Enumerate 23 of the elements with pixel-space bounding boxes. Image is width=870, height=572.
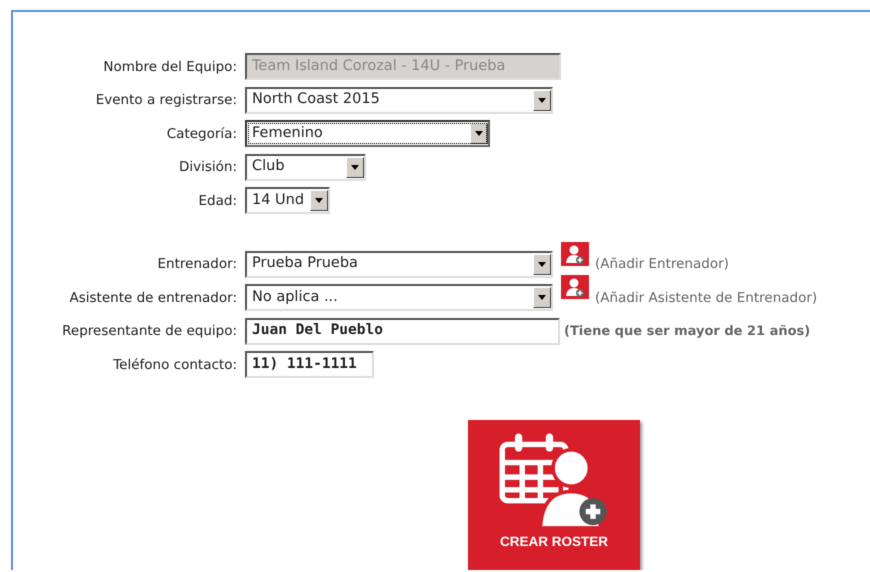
dropdown-field[interactable]: 14 Und	[245, 187, 330, 214]
field-label: Nombre del Equipo:	[102, 58, 238, 77]
field-label: Asistente de entrenador:	[68, 288, 238, 308]
dropdown-field[interactable]: Prueba Prueba	[245, 250, 553, 278]
add-link[interactable]: (Añadir Asistente de Entrenador)	[595, 288, 818, 308]
add-person-icon[interactable]	[561, 275, 589, 299]
field-label: División:	[178, 158, 238, 178]
dropdown-field[interactable]: North Coast 2015	[245, 86, 553, 114]
field-label: Entrenador:	[156, 255, 238, 274]
input-field[interactable]: 11) 111-1111	[245, 351, 374, 378]
field-label: Teléfono contacto:	[112, 356, 238, 375]
create-roster-button[interactable]: CREAR ROSTER	[468, 420, 640, 570]
add-person-icon[interactable]	[561, 242, 589, 266]
input-field[interactable]: Juan Del Pueblo	[245, 318, 560, 345]
dropdown-field[interactable]: Club	[245, 154, 366, 181]
field-label: Edad:	[198, 192, 238, 211]
add-link[interactable]: (Añadir Entrenador)	[595, 254, 729, 274]
dropdown-field[interactable]: Femenino	[245, 120, 490, 148]
field-label: Representante de equipo:	[61, 322, 238, 342]
dropdown-field[interactable]: No aplica ...	[245, 284, 553, 312]
field-label: Evento a registrarse:	[94, 91, 238, 110]
field-label: Categoría:	[166, 124, 238, 144]
age-note: (Tiene que ser mayor de 21 años)	[564, 322, 810, 340]
